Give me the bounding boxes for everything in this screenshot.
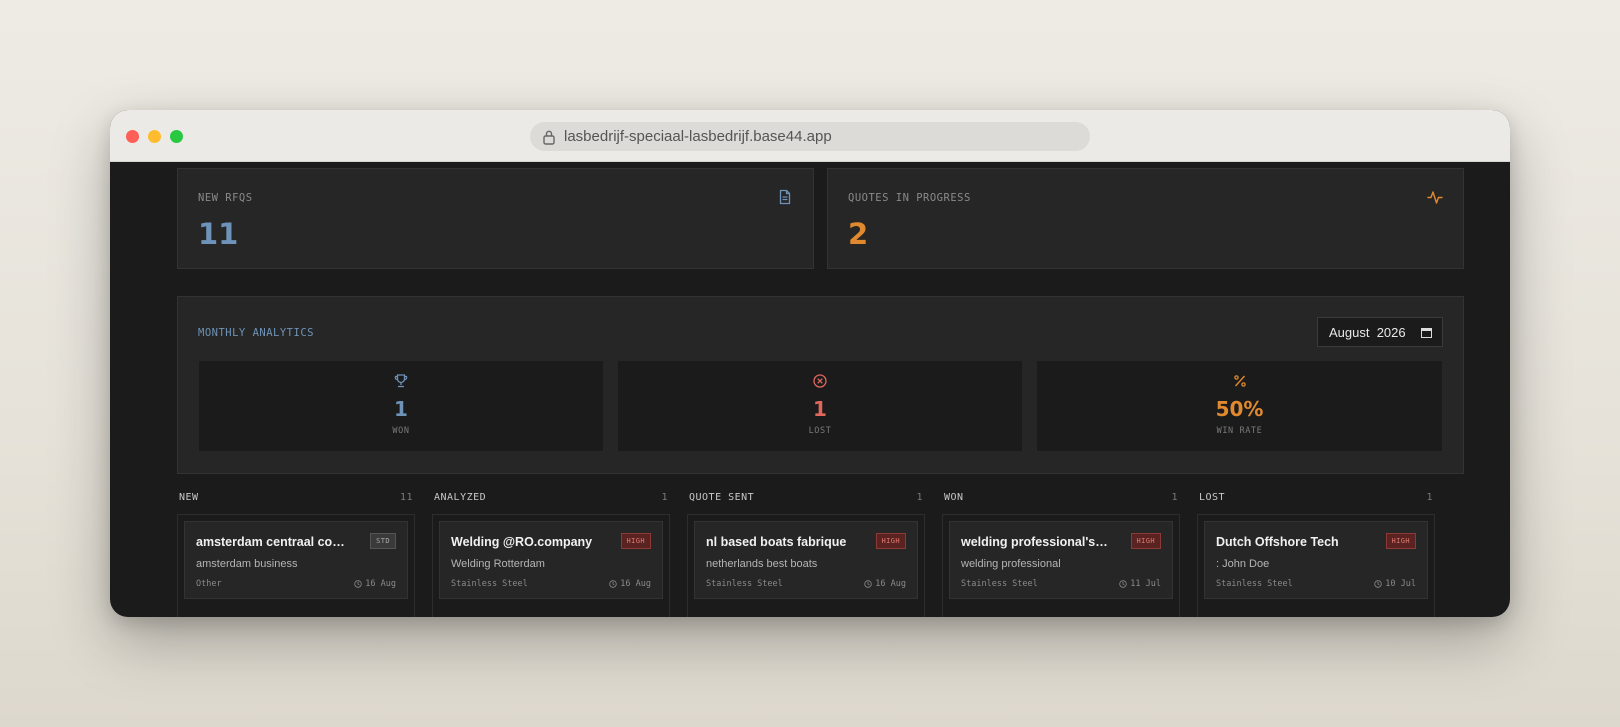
rfq-card[interactable]: nl based boats fabrique HIGH netherlands…	[694, 521, 918, 599]
quotes-in-progress-value: 2	[848, 217, 869, 251]
minimize-window-button[interactable]	[148, 130, 161, 143]
document-icon	[779, 189, 791, 205]
column-count: 1	[916, 492, 923, 503]
won-label: WON	[392, 426, 410, 436]
column-header: WON 1	[942, 492, 1180, 508]
maximize-window-button[interactable]	[170, 130, 183, 143]
close-window-button[interactable]	[126, 130, 139, 143]
column-count: 1	[661, 492, 668, 503]
rfq-card-date: 16 Aug	[354, 579, 396, 589]
priority-badge: HIGH	[620, 533, 651, 549]
clock-icon	[864, 580, 872, 588]
column-title: ANALYZED	[434, 492, 487, 503]
rfq-card-subtitle: netherlands best boats	[706, 558, 818, 570]
rfq-card-title: nl based boats fabrique	[706, 535, 847, 549]
quotes-in-progress-card[interactable]: QUOTES IN PROGRESS 2	[827, 168, 1464, 269]
address-bar[interactable]: lasbedrijf-speciaal-lasbedrijf.base44.ap…	[530, 122, 1090, 151]
column-count: 1	[1426, 492, 1433, 503]
percent-icon	[1233, 375, 1246, 387]
rfq-card-date-text: 11 Jul	[1130, 579, 1161, 589]
lost-label: LOST	[808, 426, 832, 436]
pipeline-column-new: NEW 11 amsterdam centraal company STD am…	[177, 492, 415, 617]
rfq-card-title: amsterdam centraal company	[196, 535, 346, 549]
browser-window: lasbedrijf-speciaal-lasbedrijf.base44.ap…	[110, 110, 1510, 617]
column-title: LOST	[1199, 492, 1226, 503]
rfq-card-title: Dutch Offshore Tech	[1216, 535, 1339, 549]
rfq-card-material: Stainless Steel	[451, 579, 528, 589]
rfq-card-title: Welding @RO.company	[451, 535, 593, 549]
column-title: WON	[944, 492, 964, 503]
browser-titlebar: lasbedrijf-speciaal-lasbedrijf.base44.ap…	[110, 110, 1510, 162]
priority-badge: HIGH	[1385, 533, 1416, 549]
new-rfqs-label: NEW RFQS	[198, 192, 253, 204]
column-title: QUOTE SENT	[689, 492, 755, 503]
lost-metric: 1 LOST	[618, 361, 1022, 451]
lost-value: 1	[813, 397, 827, 421]
rfq-card[interactable]: Welding @RO.company HIGH Welding Rotterd…	[439, 521, 663, 599]
priority-badge: STD	[370, 533, 396, 549]
monthly-analytics-title: MONTHLY ANALYTICS	[198, 327, 314, 339]
page-content: NEW RFQS 11 QUOTES IN PROGRESS 2 MONTHLY…	[110, 162, 1510, 617]
pipeline-column-quote-sent: QUOTE SENT 1 nl based boats fabrique HIG…	[687, 492, 925, 617]
rfq-card[interactable]: welding professional's company HIGH weld…	[949, 521, 1173, 599]
clock-icon	[354, 580, 362, 588]
rfq-card-date-text: 16 Aug	[620, 579, 651, 589]
column-header: NEW 11	[177, 492, 415, 508]
lock-icon	[543, 130, 555, 145]
month-picker-input[interactable]: August 2026	[1317, 317, 1443, 347]
rfq-card[interactable]: amsterdam centraal company STD amsterdam…	[184, 521, 408, 599]
won-metric: 1 WON	[199, 361, 603, 451]
clock-icon	[1374, 580, 1382, 588]
column-header: QUOTE SENT 1	[687, 492, 925, 508]
column-body: amsterdam centraal company STD amsterdam…	[177, 514, 415, 617]
rfq-card-date-text: 16 Aug	[365, 579, 396, 589]
x-circle-icon	[813, 374, 827, 388]
column-body: Welding @RO.company HIGH Welding Rotterd…	[432, 514, 670, 617]
rfq-card-subtitle: welding professional	[961, 558, 1061, 570]
rfq-card-material: Stainless Steel	[1216, 579, 1293, 589]
priority-badge: HIGH	[1130, 533, 1161, 549]
rfq-card-material: Other	[196, 579, 222, 589]
priority-badge: HIGH	[875, 533, 906, 549]
new-rfqs-card[interactable]: NEW RFQS 11	[177, 168, 814, 269]
new-rfqs-value: 11	[198, 217, 239, 251]
rfq-card-date-text: 16 Aug	[875, 579, 906, 589]
trophy-icon	[394, 374, 408, 388]
column-title: NEW	[179, 492, 199, 503]
month-picker-value: August 2026	[1329, 324, 1406, 340]
activity-icon	[1427, 191, 1443, 204]
clock-icon	[1119, 580, 1127, 588]
win-rate-value: 50%	[1215, 397, 1264, 421]
column-count: 11	[399, 492, 413, 503]
quotes-in-progress-label: QUOTES IN PROGRESS	[848, 192, 971, 204]
won-value: 1	[394, 397, 408, 421]
rfq-card-date: 11 Jul	[1119, 579, 1161, 589]
rfq-card-title: welding professional's company	[961, 535, 1111, 549]
rfq-card-date: 16 Aug	[864, 579, 906, 589]
win-rate-label: WIN RATE	[1216, 426, 1263, 436]
rfq-card-material: Stainless Steel	[961, 579, 1038, 589]
pipeline-column-won: WON 1 welding professional's company HIG…	[942, 492, 1180, 617]
column-body: Dutch Offshore Tech HIGH : John Doe Stai…	[1197, 514, 1435, 617]
calendar-icon[interactable]	[1421, 327, 1432, 338]
rfq-card-subtitle: amsterdam business	[196, 558, 298, 570]
monthly-analytics-panel: MONTHLY ANALYTICS August 2026 1 WON 1 LO…	[177, 296, 1464, 474]
clock-icon	[609, 580, 617, 588]
win-rate-metric: 50% WIN RATE	[1037, 361, 1442, 451]
url-text: lasbedrijf-speciaal-lasbedrijf.base44.ap…	[564, 128, 832, 145]
rfq-card[interactable]: Dutch Offshore Tech HIGH : John Doe Stai…	[1204, 521, 1428, 599]
rfq-card-date: 10 Jul	[1374, 579, 1416, 589]
rfq-card-subtitle: Welding Rotterdam	[451, 558, 545, 570]
rfq-card-material: Stainless Steel	[706, 579, 783, 589]
pipeline-column-analyzed: ANALYZED 1 Welding @RO.company HIGH Weld…	[432, 492, 670, 617]
column-header: ANALYZED 1	[432, 492, 670, 508]
column-header: LOST 1	[1197, 492, 1435, 508]
pipeline-column-lost: LOST 1 Dutch Offshore Tech HIGH : John D…	[1197, 492, 1435, 617]
column-body: welding professional's company HIGH weld…	[942, 514, 1180, 617]
column-body: nl based boats fabrique HIGH netherlands…	[687, 514, 925, 617]
column-count: 1	[1171, 492, 1178, 503]
rfq-card-date-text: 10 Jul	[1385, 579, 1416, 589]
rfq-card-date: 16 Aug	[609, 579, 651, 589]
rfq-card-subtitle: : John Doe	[1216, 558, 1270, 570]
